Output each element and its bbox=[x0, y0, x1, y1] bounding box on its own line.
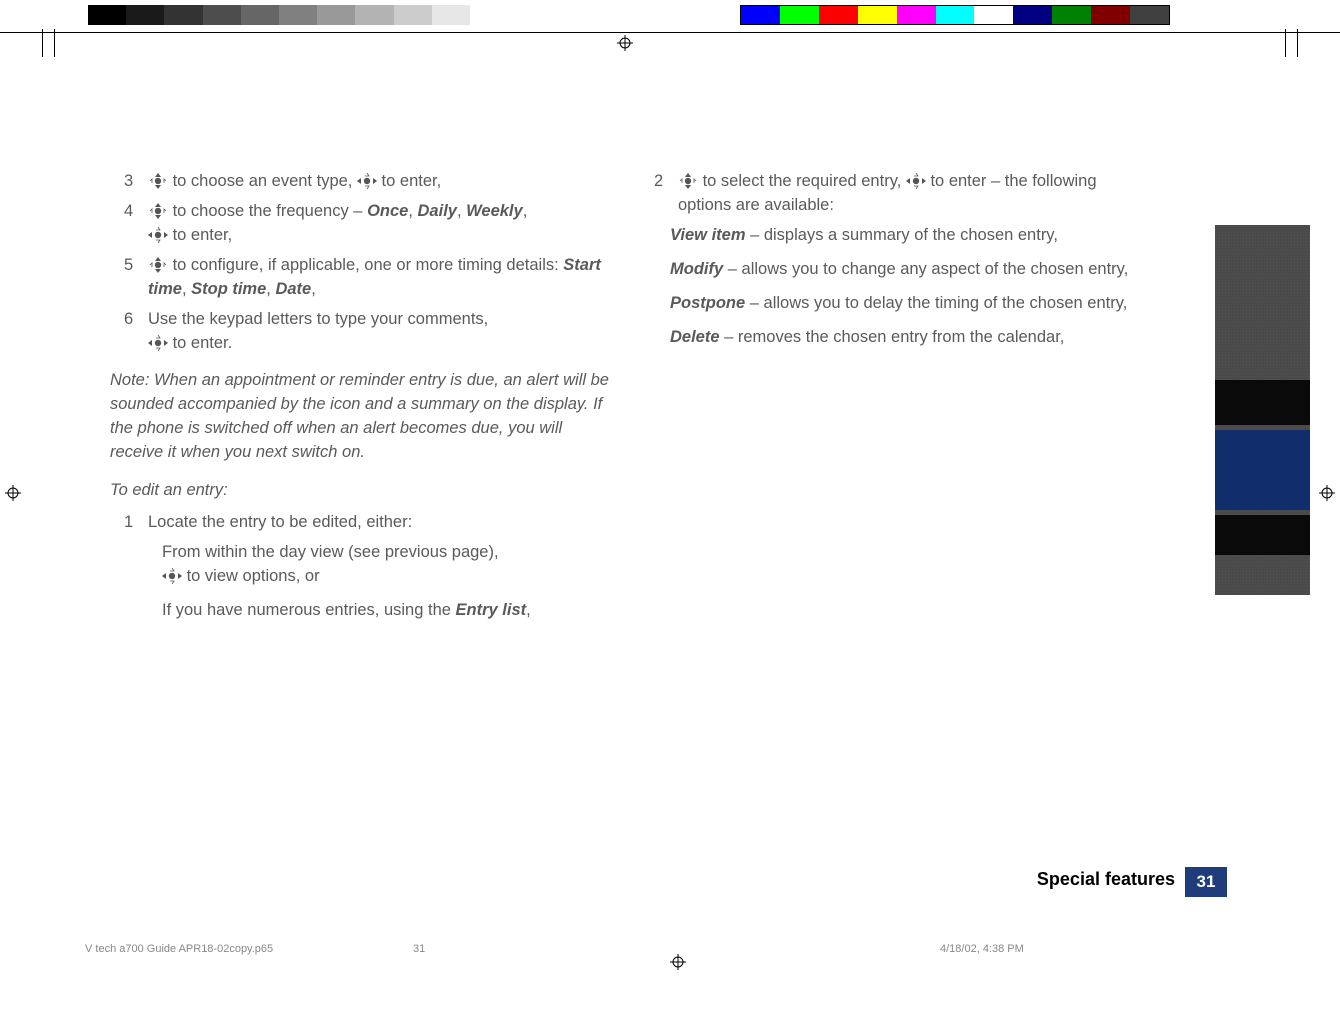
registration-mark-icon bbox=[1319, 485, 1335, 501]
joystick-leftright-icon bbox=[906, 173, 926, 189]
step-text: to choose the frequency – bbox=[168, 202, 367, 220]
step-2: 2 to select the required entry, to enter… bbox=[654, 170, 1140, 218]
step-6: 6 Use the keypad letters to type your co… bbox=[124, 308, 610, 356]
step-5: 5 to configure, if applicable, one or mo… bbox=[124, 254, 610, 302]
step-number: 4 bbox=[124, 200, 138, 248]
step-3: 3 to choose an event type, to enter, bbox=[124, 170, 610, 194]
step-4: 4 to choose the frequency – Once, Daily,… bbox=[124, 200, 610, 248]
footer-filename: V tech a700 Guide APR18-02copy.p65 bbox=[85, 943, 273, 955]
step-text: to select the required entry, bbox=[698, 172, 906, 190]
joystick-leftright-icon bbox=[148, 227, 168, 243]
bullet-option: From within the day view (see previous p… bbox=[162, 541, 610, 589]
step-text: Use the keypad letters to type your comm… bbox=[148, 310, 488, 328]
registration-mark-icon bbox=[670, 954, 686, 970]
step-number: 1 bbox=[124, 511, 138, 535]
joystick-updown-icon bbox=[678, 173, 698, 189]
option-postpone: Postpone – allows you to delay the timin… bbox=[670, 292, 1140, 316]
print-calibration-bars bbox=[0, 5, 1340, 35]
step-1: 1 Locate the entry to be edited, either: bbox=[124, 511, 610, 535]
registration-mark-icon bbox=[617, 35, 633, 51]
step-text: to enter. bbox=[168, 334, 232, 352]
joystick-updown-icon bbox=[148, 173, 168, 189]
joystick-updown-icon bbox=[148, 203, 168, 219]
step-text: to configure, if applicable, one or more… bbox=[168, 256, 563, 274]
joystick-leftright-icon bbox=[162, 568, 182, 584]
step-text: to choose an event type, bbox=[168, 172, 357, 190]
option-modify: Modify – allows you to change any aspect… bbox=[670, 258, 1140, 282]
registration-mark-icon bbox=[5, 485, 21, 501]
step-number: 3 bbox=[124, 170, 138, 194]
footer-datetime: 4/18/02, 4:38 PM bbox=[940, 943, 1024, 955]
footer-page: 31 bbox=[413, 943, 425, 955]
step-text: to enter, bbox=[377, 172, 441, 190]
color-strip bbox=[740, 5, 1170, 25]
step-text: Locate the entry to be edited, either: bbox=[148, 511, 610, 535]
option-view-item: View item – displays a summary of the ch… bbox=[670, 224, 1140, 248]
option-delete: Delete – removes the chosen entry from t… bbox=[670, 326, 1140, 350]
step-number: 2 bbox=[654, 170, 668, 218]
edit-entry-heading: To edit an entry: bbox=[110, 479, 610, 503]
step-number: 6 bbox=[124, 308, 138, 356]
section-label: Special features bbox=[1037, 869, 1175, 890]
bullet-option: If you have numerous entries, using the … bbox=[162, 599, 610, 623]
step-text: to enter, bbox=[168, 226, 232, 244]
joystick-leftright-icon bbox=[357, 173, 377, 189]
note-text: Note: When an appointment or reminder en… bbox=[110, 369, 610, 465]
left-column: 3 to choose an event type, to enter, 4 t… bbox=[110, 170, 610, 633]
joystick-updown-icon bbox=[148, 257, 168, 273]
grayscale-strip bbox=[88, 5, 508, 25]
side-image-strip bbox=[1215, 225, 1310, 595]
step-number: 5 bbox=[124, 254, 138, 302]
page-number-box: 31 bbox=[1185, 867, 1227, 897]
right-column: 2 to select the required entry, to enter… bbox=[640, 170, 1140, 360]
joystick-leftright-icon bbox=[148, 335, 168, 351]
